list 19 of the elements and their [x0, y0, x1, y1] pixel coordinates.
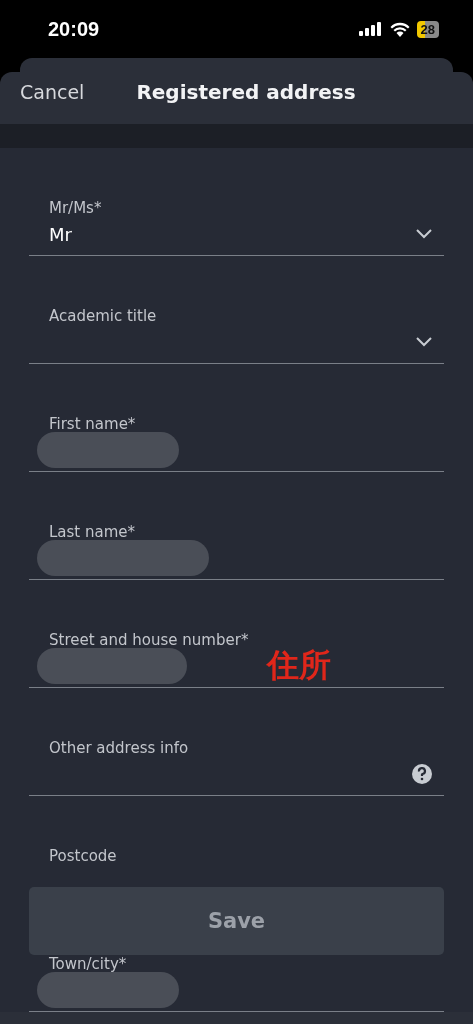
field-label: First name* — [48, 415, 137, 433]
save-button[interactable]: Save — [29, 887, 444, 955]
field-label: Other address info — [48, 739, 190, 757]
field-label: Academic title — [48, 307, 158, 325]
field-label: Town/city* — [48, 955, 128, 973]
input-field[interactable] — [29, 429, 444, 472]
signal-icon — [358, 22, 383, 36]
sheet-title: Registered address — [136, 80, 356, 104]
input-field[interactable] — [29, 537, 444, 580]
help-icon[interactable] — [412, 764, 432, 784]
cancel-button[interactable]: Cancel — [20, 81, 85, 103]
field-label: Postcode — [48, 847, 118, 865]
annotation-text: 住所 — [267, 645, 331, 686]
chevron-down-icon — [416, 337, 432, 347]
input-field[interactable]: Mr — [29, 213, 444, 256]
clock: 20:09 — [48, 17, 100, 41]
wifi-icon — [389, 21, 410, 37]
field-label: Last name* — [48, 523, 137, 541]
chevron-down-icon — [416, 229, 432, 239]
